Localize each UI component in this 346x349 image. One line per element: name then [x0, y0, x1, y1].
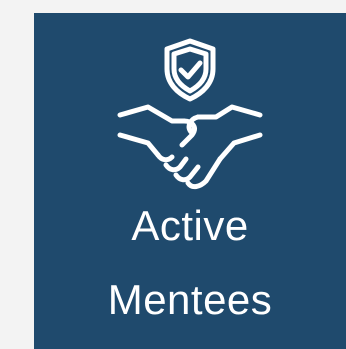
tile-label-line2: Mentees — [107, 276, 273, 323]
active-mentees-tile[interactable]: Active Mentees — [34, 13, 346, 349]
check-mark — [178, 60, 203, 80]
shield-handshake-icon — [34, 35, 346, 195]
tile-label-line1: Active — [131, 202, 249, 249]
